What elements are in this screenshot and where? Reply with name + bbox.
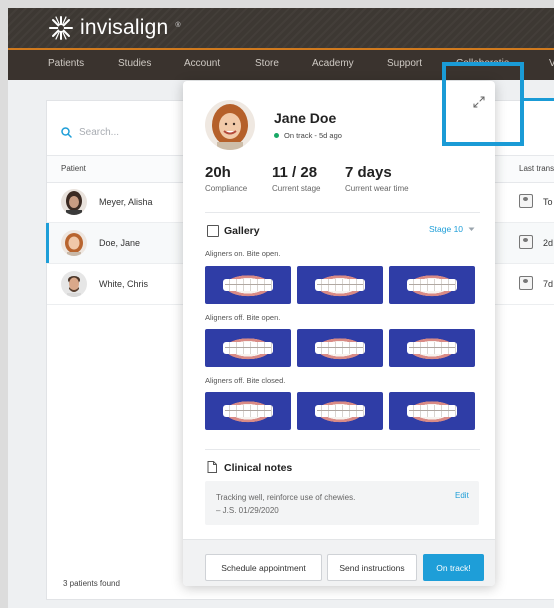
patient-name: White, Chris [99,279,149,289]
patient-name-heading: Jane Doe [274,110,337,126]
gallery-photo[interactable] [297,392,383,430]
gallery-title: Gallery [224,225,260,237]
note-line: Tracking well, reinforce use of chewies. [216,493,356,502]
column-header-last-transaction[interactable]: Last trans [519,164,554,173]
gallery-caption: Aligners on. Bite open. [205,249,281,258]
status-dot-icon [274,133,279,138]
stat-value: 20h [205,164,231,181]
annotation-highlight-box [442,62,524,146]
patient-name: Doe, Jane [99,238,141,248]
nav-item-support[interactable]: Support [387,58,422,69]
avatar [61,230,87,256]
stat-label: Current stage [272,184,321,193]
top-bar: invisalign ® [8,8,554,48]
gallery-caption: Aligners off. Bite closed. [205,376,286,385]
gallery-photo[interactable] [205,329,291,367]
nav-item-academy[interactable]: Academy [312,58,354,69]
nav-item-account[interactable]: Account [184,58,220,69]
search-input[interactable]: Search... [79,127,119,138]
contact-card-icon [519,194,533,208]
gallery-icon [207,225,219,237]
gallery-photo[interactable] [389,329,475,367]
schedule-appointment-button[interactable]: Schedule appointment [205,554,322,581]
logo-registered-mark: ® [175,21,181,29]
stat-label: Compliance [205,184,248,193]
last-transaction: 7d [543,279,554,289]
patient-avatar [205,100,255,150]
search-icon [61,127,72,138]
column-header-patient[interactable]: Patient [61,164,86,173]
last-transaction: 2d [543,238,554,248]
contact-card-icon [519,235,533,249]
patient-detail-popup: Jane Doe On track - 5d ago 20h Complianc… [183,81,495,586]
avatar [61,189,87,215]
annotation-highlight-line [524,98,554,101]
nav-item-store[interactable]: Store [255,58,279,69]
nav-item-overflow[interactable]: V [549,58,554,69]
gallery-photo[interactable] [297,266,383,304]
stat-wear-time: 7 days Current wear time [345,164,409,193]
edit-notes-link[interactable]: Edit [455,491,469,500]
search-bar[interactable]: Search... [61,127,119,138]
patient-name: Meyer, Alisha [99,197,153,207]
contact-card-icon [519,276,533,290]
invisalign-star-icon [49,16,73,40]
divider [205,212,480,213]
gallery-caption: Aligners off. Bite open. [205,313,281,322]
avatar [61,271,87,297]
document-icon [207,461,217,473]
gallery-photo[interactable] [389,266,475,304]
stat-value: 7 days [345,164,392,181]
gallery-photo[interactable] [297,329,383,367]
nav-item-patients[interactable]: Patients [48,58,84,69]
on-track-button[interactable]: On track! [423,554,484,581]
note-signature: – J.S. 01/29/2020 [216,506,279,515]
logo-text: invisalign [80,16,169,39]
status-indicator: On track - 5d ago [274,131,342,140]
divider [205,449,480,450]
nav-item-studies[interactable]: Studies [118,58,151,69]
popup-footer: Schedule appointment Send instructions O… [183,539,495,586]
gallery-photo[interactable] [205,392,291,430]
gallery-photo[interactable] [389,392,475,430]
selected-indicator [46,223,49,263]
stat-label: Current wear time [345,184,409,193]
clinical-notes-title: Clinical notes [224,462,293,474]
stat-value: 11 / 28 [272,164,318,181]
send-instructions-button[interactable]: Send instructions [327,554,417,581]
status-text: On track - 5d ago [284,131,342,140]
stage-dropdown[interactable]: Stage 10 [429,224,475,234]
app-window: invisalign ® Patients Studies Account St… [8,8,554,608]
stat-current-stage: 11 / 28 Current stage [272,164,320,193]
stat-compliance: 20h Compliance [205,164,247,193]
clinical-notes-box: Tracking well, reinforce use of chewies.… [205,481,479,525]
brand-logo[interactable]: invisalign ® [48,14,181,42]
last-transaction: To [543,197,553,207]
clinical-note-text: Tracking well, reinforce use of chewies.… [216,491,355,517]
chevron-down-icon [468,227,475,231]
stage-selected: Stage 10 [429,224,464,234]
gallery-photo[interactable] [205,266,291,304]
results-count: 3 patients found [63,579,120,588]
